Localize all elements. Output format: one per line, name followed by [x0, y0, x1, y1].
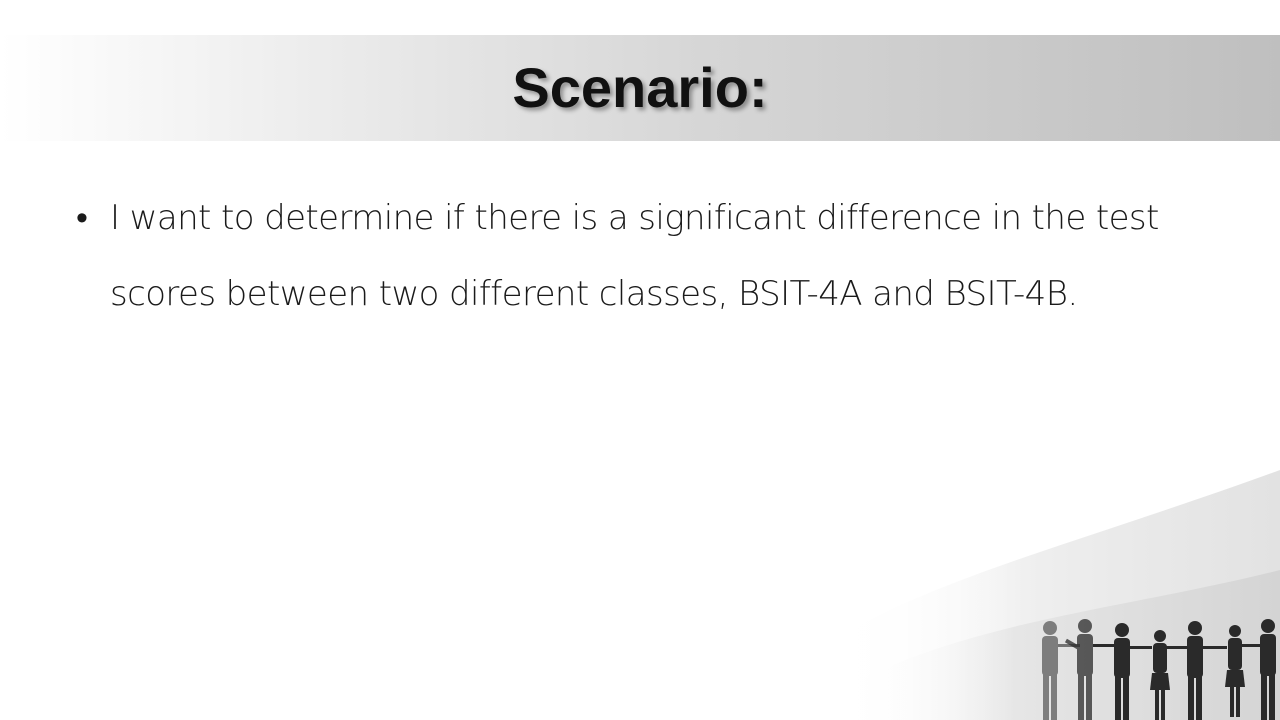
- people-silhouettes-wave-image: [800, 460, 1280, 720]
- slide-title: Scenario:: [512, 56, 768, 119]
- bullet-dot-icon: •: [76, 198, 88, 238]
- slide: Scenario: • I want to determine if there…: [0, 0, 1280, 720]
- slide-body: • I want to determine if there is a sign…: [76, 180, 1226, 332]
- bullet-text: I want to determine if there is a signif…: [110, 198, 1159, 314]
- bullet-item: • I want to determine if there is a sign…: [76, 180, 1226, 332]
